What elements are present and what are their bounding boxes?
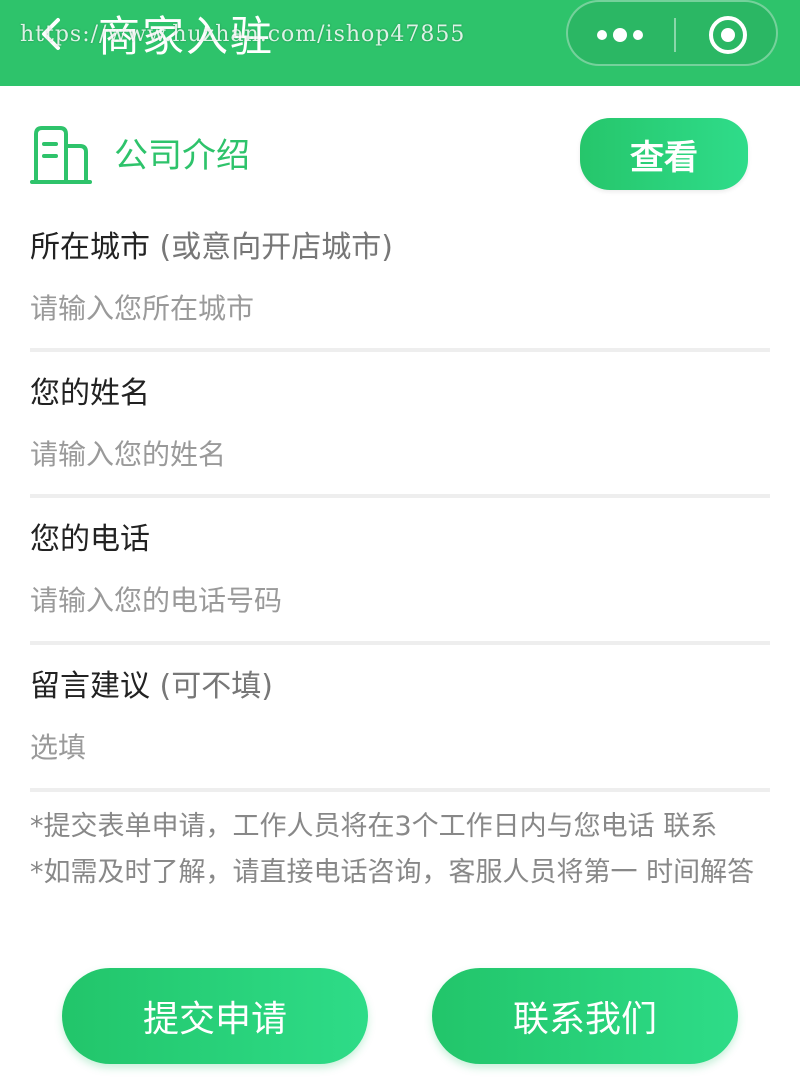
section-title: 公司介绍 <box>114 136 250 176</box>
phone-label: 您的电话 <box>30 518 770 562</box>
message-field: 留言建议 (可不填) <box>30 665 770 767</box>
field-divider <box>30 788 770 792</box>
submit-application-button[interactable]: 提交申请 <box>62 968 368 1064</box>
message-label: 留言建议 (可不填) <box>30 665 770 709</box>
message-input[interactable] <box>30 727 770 767</box>
top-nav-bar: 商家入驻 https://www.huzhan.com/ishop47855 <box>0 0 800 86</box>
building-icon <box>30 126 92 184</box>
name-label: 您的姓名 <box>30 372 770 416</box>
city-field: 所在城市 (或意向开店城市) <box>30 226 770 328</box>
name-field: 您的姓名 <box>30 372 770 474</box>
form-notes: *提交表单申请，工作人员将在3个工作日内与您电话 联系 *如需及时了解，请直接电… <box>30 804 770 896</box>
city-label-text: 所在城市 <box>30 230 150 265</box>
phone-input[interactable] <box>30 580 770 620</box>
field-divider <box>30 494 770 498</box>
phone-field: 您的电话 <box>30 518 770 620</box>
note-line: *如需及时了解，请直接电话咨询，客服人员将第一 时间解答 <box>30 857 755 888</box>
miniprogram-capsule <box>566 0 778 66</box>
view-button[interactable]: 查看 <box>580 118 748 190</box>
city-input[interactable] <box>30 288 770 328</box>
close-target-icon[interactable] <box>678 2 778 68</box>
watermark-text: https://www.huzhan.com/ishop47855 <box>20 22 466 47</box>
city-label-hint: (或意向开店城市) <box>159 230 393 265</box>
message-label-text: 留言建议 <box>30 669 150 704</box>
name-input[interactable] <box>30 434 770 474</box>
message-label-hint: (可不填) <box>159 669 273 704</box>
company-intro-header: 公司介绍 查看 <box>30 118 770 194</box>
phone-label-text: 您的电话 <box>30 522 150 557</box>
field-divider <box>30 641 770 645</box>
note-line: *提交表单申请，工作人员将在3个工作日内与您电话 联系 <box>30 811 718 842</box>
city-label: 所在城市 (或意向开店城市) <box>30 226 770 270</box>
field-divider <box>30 348 770 352</box>
contact-us-button[interactable]: 联系我们 <box>432 968 738 1064</box>
name-label-text: 您的姓名 <box>30 376 150 411</box>
capsule-divider <box>674 18 676 52</box>
more-dots-icon[interactable] <box>568 2 672 68</box>
